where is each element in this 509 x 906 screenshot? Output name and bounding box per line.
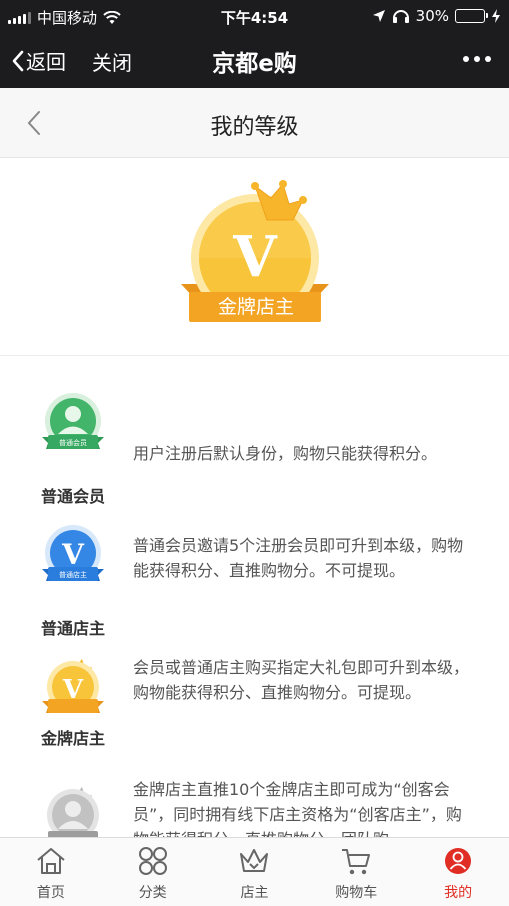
- svg-text:V: V: [61, 538, 85, 571]
- user-icon: [445, 848, 472, 874]
- level-description: 用户注册后默认身份，购物只能获得积分。: [133, 444, 438, 463]
- tab-shop-owner[interactable]: 店主: [204, 838, 306, 906]
- location-icon: [372, 10, 385, 22]
- tab-category[interactable]: 分类: [102, 838, 204, 906]
- level-name: 金牌店主: [40, 729, 105, 748]
- headphones-icon: [392, 10, 409, 23]
- svg-text:普通会员: 普通会员: [59, 438, 87, 447]
- tab-mine[interactable]: 我的: [407, 838, 509, 906]
- tab-home[interactable]: 首页: [0, 838, 102, 906]
- nav-back-button[interactable]: 返回: [10, 46, 66, 75]
- page-title: 我的等级: [210, 115, 299, 140]
- level-name: 普通店主: [40, 619, 105, 638]
- level-name: 普通会员: [40, 487, 105, 506]
- current-level-section: V 金牌店主: [0, 158, 509, 356]
- maker-badge-icon: [47, 787, 99, 837]
- home-icon: [37, 848, 65, 874]
- tab-cart[interactable]: 购物车: [305, 838, 407, 906]
- level-list: 普通会员 普通会员 用户注册后默认身份，购物只能获得积分。 V 普通店主 普通店…: [0, 357, 509, 837]
- tab-label: 首页: [36, 885, 65, 901]
- level-description: 普通会员邀请5个注册会员即可升到本级，购物能获得积分、直推购物分。不可提现。: [133, 536, 464, 580]
- page-header: 我的等级: [0, 88, 509, 158]
- battery-icon: [455, 9, 488, 23]
- chevron-left-icon[interactable]: [20, 108, 50, 138]
- charging-icon: [492, 9, 500, 23]
- level-description: 会员或普通店主购买指定大礼包即可升到本级，购物能获得积分、直推购物分。可提现。: [133, 658, 470, 702]
- status-bar: 中国移动 下午4:54 30%: [0, 0, 509, 32]
- more-dots-icon[interactable]: [463, 56, 491, 62]
- app-title: 京都e购: [212, 51, 297, 77]
- svg-text:普通店主: 普通店主: [59, 570, 87, 579]
- category-icon: [138, 847, 167, 875]
- tab-label: 店主: [240, 885, 269, 901]
- member-badge-icon: 普通会员: [42, 393, 104, 449]
- tab-label: 购物车: [335, 885, 378, 901]
- battery-percent: 30%: [415, 7, 449, 25]
- chevron-left-icon: [12, 50, 24, 71]
- cart-icon: [342, 849, 371, 875]
- browser-navbar: 返回 关闭 京都e购: [0, 32, 509, 88]
- crown-icon: [240, 849, 269, 872]
- badge-letter: V: [232, 224, 278, 290]
- gold-badge-icon: V: [42, 659, 104, 713]
- tab-label: 分类: [138, 885, 167, 901]
- level-description: 金牌店主直推10个金牌店主即可成为“创客会员”，同时拥有线下店主资格为“创客店主…: [133, 780, 462, 837]
- bottom-tab-bar: 首页 分类 店主 购物车 我的: [0, 837, 509, 906]
- nav-close-button[interactable]: 关闭: [92, 47, 132, 76]
- shop-owner-badge-icon: V 普通店主: [42, 525, 104, 581]
- tab-label: 我的: [444, 885, 473, 901]
- nav-back-label: 返回: [26, 50, 66, 74]
- current-level-name: 金牌店主: [217, 296, 294, 318]
